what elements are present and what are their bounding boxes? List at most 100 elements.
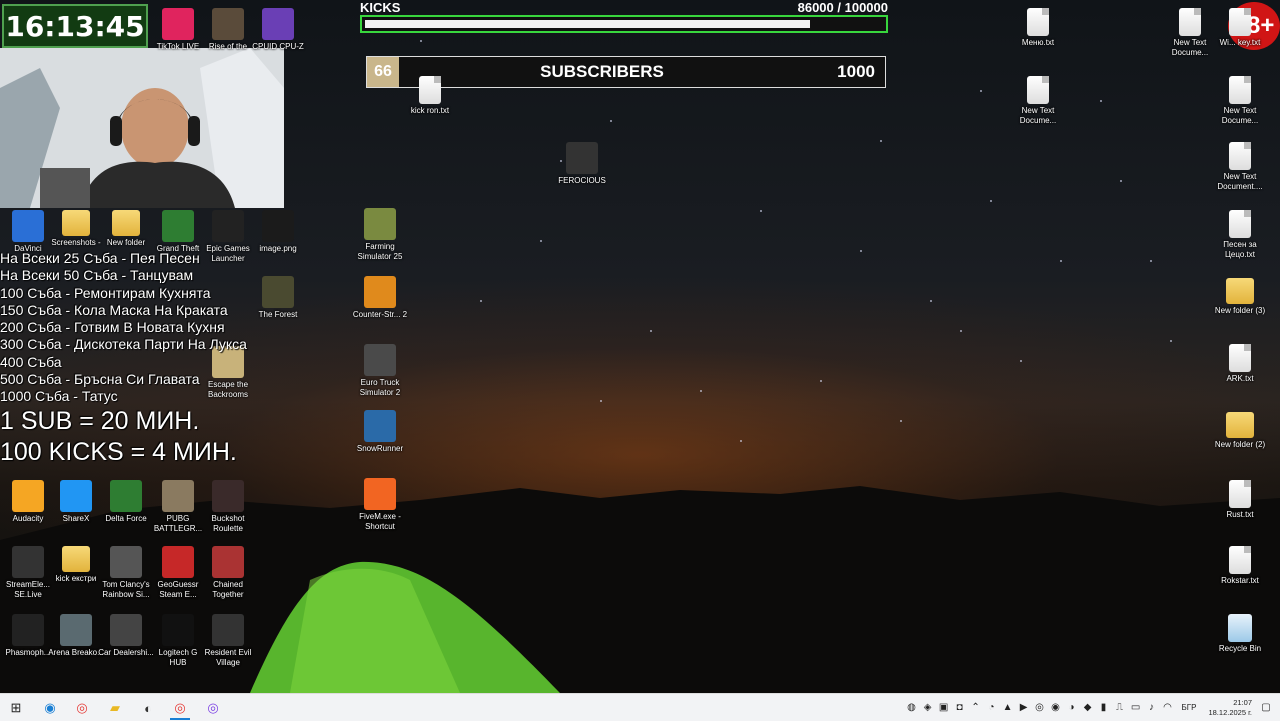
rate-line: 1 SUB = 20 МИН. — [0, 406, 200, 435]
desktop-shortcut[interactable]: New Text Document.... — [1212, 142, 1268, 192]
desktop-shortcut[interactable]: Tom Clancy's Rainbow Si... — [98, 546, 154, 600]
desktop-shortcut[interactable]: Buckshot Roulette — [200, 480, 256, 534]
logitech-icon — [162, 614, 194, 646]
desktop-shortcut[interactable]: ShareX — [48, 480, 104, 524]
desktop-shortcut[interactable]: CPUID CPU-Z — [250, 8, 306, 52]
star — [880, 140, 882, 142]
chrome-icon[interactable]: ◎ — [72, 698, 92, 718]
chrome-alt-icon[interactable]: ◎ — [203, 698, 223, 718]
tray-steam-icon[interactable]: ◑ — [1064, 702, 1080, 713]
desktop-shortcut[interactable]: Farming Simulator 25 — [352, 208, 408, 262]
star — [820, 380, 822, 382]
language-indicator[interactable]: БГР — [1182, 703, 1197, 712]
desktop-shortcut[interactable]: GeoGuessr Steam E... — [150, 546, 206, 600]
windows-start-icon[interactable]: ⊞ — [6, 698, 26, 718]
document-icon — [1229, 546, 1251, 574]
subscribers-target: 1000 — [837, 62, 875, 81]
desktop-shortcut[interactable]: New Text Docume... — [1162, 8, 1218, 58]
desktop-shortcut[interactable]: Chained Together — [200, 546, 256, 600]
tray-microphone-icon[interactable]: ▮ — [1096, 702, 1112, 713]
tray-overflow-icon[interactable]: ⌃ — [968, 702, 984, 713]
streamer-image — [0, 48, 284, 208]
desktop-shortcut[interactable]: New Text Docume... — [1212, 76, 1268, 126]
tray-app-icon[interactable]: ◈ — [920, 702, 936, 713]
desktop-shortcut[interactable]: Counter-Str... 2 — [352, 276, 408, 320]
shortcut-label: Tom Clancy's Rainbow Si... — [102, 580, 150, 599]
desktop-shortcut[interactable]: Euro Truck Simulator 2 — [352, 344, 408, 398]
star — [1100, 100, 1102, 102]
tray-app-icon[interactable]: ▶ — [1016, 702, 1032, 713]
desktop-shortcut[interactable]: kick ron.txt — [402, 76, 458, 116]
desktop-shortcut[interactable]: New folder — [98, 210, 154, 248]
shortcut-label: kick екстри — [55, 574, 97, 583]
desktop-shortcut[interactable]: Screenshots - — [48, 210, 104, 248]
tray-app-icon[interactable]: ◔ — [984, 702, 1000, 713]
tray-app-icon[interactable]: ◉ — [1048, 702, 1064, 713]
desktop-shortcut[interactable]: Меню.txt — [1010, 8, 1066, 48]
desktop-shortcut[interactable]: Arena Breako... — [48, 614, 104, 658]
desktop-shortcut[interactable]: ARK.txt — [1212, 344, 1268, 384]
tray-app-icon[interactable]: ◆ — [1080, 702, 1096, 713]
desktop-shortcut[interactable]: New folder (3) — [1212, 278, 1268, 316]
desktop-shortcut[interactable]: Car Dealershi... — [98, 614, 154, 658]
star — [740, 440, 742, 442]
kicks-goal-bar: KICKS 86000 / 100000 — [360, 0, 888, 33]
desktop-shortcut[interactable]: PUBG BATTLEGR... — [150, 480, 206, 534]
gta-icon — [162, 210, 194, 242]
desktop-shortcut[interactable]: Logitech G HUB — [150, 614, 206, 668]
system-time: 21:07 — [1233, 697, 1252, 707]
tray-app-icon[interactable]: ◍ — [904, 702, 920, 713]
goal-line: 300 Съба - Дискотека Парти На Лукса — [0, 336, 247, 353]
desktop-shortcut[interactable]: kick екстри — [48, 546, 104, 584]
tray-chrome-icon[interactable]: ◎ — [1032, 702, 1048, 713]
stream-goals-overlay: На Всеки 25 Съба - Пея Песен На Всеки 50 … — [0, 250, 247, 468]
obs-icon[interactable]: ◐ — [138, 698, 158, 718]
desktop-shortcut[interactable]: New folder (2) — [1212, 412, 1268, 450]
pubg-icon — [162, 480, 194, 512]
tray-volume-icon[interactable]: ♪ — [1144, 702, 1160, 713]
shortcut-label: New folder — [106, 238, 146, 247]
desktop-shortcut[interactable]: New Text Docume... — [1010, 76, 1066, 126]
tray-usb-icon[interactable]: ⎍ — [1112, 702, 1128, 713]
goal-line: На Всеки 50 Съба - Танцувам — [0, 267, 194, 284]
rate-line: 100 KICKS = 4 МИН. — [0, 437, 237, 466]
notifications-icon[interactable]: ▢ — [1258, 702, 1274, 713]
document-icon — [1179, 8, 1201, 36]
tray-wifi-icon[interactable]: ◠ — [1160, 702, 1176, 713]
desktop-shortcut[interactable]: Wi... key.txt — [1212, 8, 1268, 48]
edge-icon[interactable]: ◉ — [40, 698, 60, 718]
system-clock[interactable]: 21:07 18.12.2025 г. — [1208, 698, 1252, 718]
document-icon — [1027, 8, 1049, 36]
desktop-shortcut[interactable]: Песен за Цецо.txt — [1212, 210, 1268, 260]
desktop-shortcut[interactable]: FiveM.exe - Shortcut — [352, 478, 408, 532]
document-icon — [1027, 76, 1049, 104]
desktop-shortcut[interactable]: Rokstar.txt — [1212, 546, 1268, 586]
tray-network-icon[interactable]: ▭ — [1128, 702, 1144, 713]
tray-app-icon[interactable]: ▣ — [936, 702, 952, 713]
desktop-shortcut[interactable]: Grand Theft — [150, 210, 206, 254]
chrome-active-icon[interactable]: ◎ — [170, 698, 190, 720]
desktop-shortcut[interactable]: SnowRunner — [352, 410, 408, 454]
kicks-goal-label: KICKS — [360, 0, 401, 15]
goal-line: 200 Съба - Готвим В Новата Кухня — [0, 319, 225, 336]
document-icon — [1229, 142, 1251, 170]
goal-line: 100 Съба - Ремонтирам Кухнята — [0, 284, 211, 301]
folder-icon — [62, 210, 90, 236]
desktop-shortcut[interactable]: TikTok LIVE — [150, 8, 206, 52]
tray-discord-icon[interactable]: ◘ — [952, 702, 968, 713]
desktop-shortcut[interactable]: Delta Force — [98, 480, 154, 524]
folder-icon — [1226, 278, 1254, 304]
kicks-goal-track — [360, 15, 888, 33]
desktop-shortcut[interactable]: FEROCIOUS — [554, 142, 610, 186]
snowrunner-icon — [364, 410, 396, 442]
desktop-shortcut[interactable]: Rust.txt — [1212, 480, 1268, 520]
desktop-shortcut[interactable]: Rise of the — [200, 8, 256, 52]
shortcut-label: Counter-Str... 2 — [352, 310, 408, 319]
desktop-shortcut[interactable]: Resident Evil Village — [200, 614, 256, 668]
desktop-shortcut[interactable]: Recycle Bin — [1212, 614, 1268, 654]
file-explorer-icon[interactable]: ▰ — [105, 698, 125, 718]
desktop-shortcut[interactable]: image.png — [250, 210, 306, 254]
tray-nvidia-icon[interactable]: ▲ — [1000, 702, 1016, 713]
desktop-shortcut[interactable]: The Forest — [250, 276, 306, 320]
fivem-icon — [364, 478, 396, 510]
